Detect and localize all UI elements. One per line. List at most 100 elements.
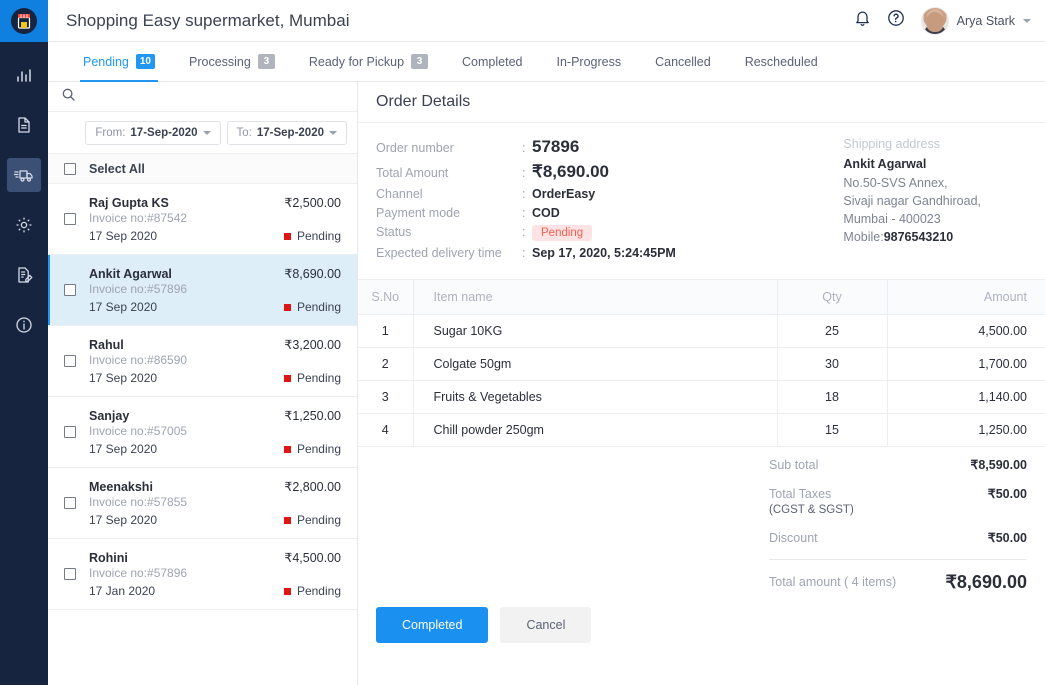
order-checkbox[interactable]: [64, 355, 76, 367]
status-badge: Pending: [284, 229, 341, 243]
table-row: 3 Fruits & Vegetables 18 1,140.00: [358, 381, 1045, 414]
cell-amount: 1,250.00: [887, 414, 1045, 447]
total-discount: Discount ₹50.00: [769, 530, 1027, 547]
tab-count-badge: 3: [258, 54, 275, 69]
mobile-label: Mobile:: [843, 230, 883, 244]
date-to-label: To:: [237, 127, 252, 139]
table-row: 2 Colgate 50gm 30 1,700.00: [358, 348, 1045, 381]
tab-ready-for-pickup[interactable]: Ready for Pickup 3: [292, 42, 445, 81]
edit-document-icon: [15, 266, 33, 284]
order-amount: ₹3,200.00: [284, 337, 341, 352]
sidebar-item-delivery[interactable]: [7, 158, 41, 192]
order-checkbox[interactable]: [64, 284, 76, 296]
list-item[interactable]: Rahul ₹3,200.00 Invoice no:#86590 17 Sep…: [48, 326, 357, 397]
sidebar-item-analytics[interactable]: [7, 58, 41, 92]
list-item[interactable]: Sanjay ₹1,250.00 Invoice no:#57005 17 Se…: [48, 397, 357, 468]
chevron-down-icon: [1023, 19, 1031, 23]
status-text: Pending: [297, 300, 341, 314]
date-from-label: From:: [95, 127, 125, 139]
order-action-bar: Completed Cancel: [358, 593, 1045, 659]
status-dot-icon: [284, 446, 291, 453]
totals-divider: [769, 559, 1027, 560]
cell-item-name: Chill powder 250gm: [413, 414, 777, 447]
date-from-picker[interactable]: From: 17-Sep-2020: [85, 121, 220, 145]
info-circle-icon: [15, 316, 33, 334]
order-summary: Sanjay ₹1,250.00 Invoice no:#57005 17 Se…: [89, 408, 341, 456]
user-menu[interactable]: Arya Stark: [921, 7, 1031, 35]
field-label: Payment mode: [376, 206, 522, 220]
invoice-number: Invoice no:#57855: [89, 495, 341, 509]
notifications-button[interactable]: [854, 9, 871, 32]
tab-count-badge: 10: [136, 54, 155, 69]
tab-completed[interactable]: Completed: [445, 42, 539, 81]
tab-label: Rescheduled: [745, 55, 818, 69]
order-date: 17 Sep 2020: [89, 300, 157, 314]
search-input[interactable]: [85, 90, 343, 104]
cancel-button[interactable]: Cancel: [500, 607, 591, 643]
orders-scroll-area[interactable]: Raj Gupta KS ₹2,500.00 Invoice no:#87542…: [48, 184, 357, 685]
cell-amount: 4,500.00: [887, 315, 1045, 348]
total-value: ₹50.00: [988, 530, 1027, 545]
order-status-tabs: Pending 10 Processing 3 Ready for Pickup…: [48, 42, 1045, 82]
sidebar-item-edit-orders[interactable]: [7, 258, 41, 292]
total-label: Discount: [769, 530, 818, 547]
tab-in-progress[interactable]: In-Progress: [539, 42, 638, 81]
completed-button[interactable]: Completed: [376, 607, 488, 643]
tab-processing[interactable]: Processing 3: [172, 42, 292, 81]
order-summary: Ankit Agarwal ₹8,690.00 Invoice no:#5789…: [89, 266, 341, 314]
chevron-down-icon: [203, 131, 211, 135]
field-value: OrderEasy: [532, 187, 595, 201]
field-value: COD: [532, 206, 560, 220]
column-header-item-name: Item name: [413, 280, 777, 315]
table-row: 1 Sugar 10KG 25 4,500.00: [358, 315, 1045, 348]
left-icon-rail: [0, 0, 48, 685]
order-checkbox[interactable]: [64, 426, 76, 438]
tab-cancelled[interactable]: Cancelled: [638, 42, 728, 81]
list-item[interactable]: Rohini ₹4,500.00 Invoice no:#57896 17 Ja…: [48, 539, 357, 610]
total-subtotal: Sub total ₹8,590.00: [769, 457, 1027, 474]
status-dot-icon: [284, 588, 291, 595]
order-amount: ₹2,500.00: [284, 195, 341, 210]
customer-name: Meenakshi: [89, 480, 153, 494]
total-taxes: Total Taxes (CGST & SGST) ₹50.00: [769, 486, 1027, 518]
select-all-checkbox[interactable]: [64, 163, 76, 175]
cell-sno: 4: [358, 414, 413, 447]
column-header-qty: Qty: [777, 280, 887, 315]
sidebar-item-info[interactable]: [7, 308, 41, 342]
list-item[interactable]: Meenakshi ₹2,800.00 Invoice no:#57855 17…: [48, 468, 357, 539]
tab-label: Cancelled: [655, 55, 711, 69]
field-value: 57896: [532, 137, 579, 157]
tab-pending[interactable]: Pending 10: [66, 42, 172, 81]
cell-item-name: Sugar 10KG: [413, 315, 777, 348]
cell-amount: 1,700.00: [887, 348, 1045, 381]
order-summary-block: Order number : 57896 Total Amount : ₹8,6…: [358, 123, 1045, 273]
list-item[interactable]: Ankit Agarwal ₹8,690.00 Invoice no:#5789…: [48, 255, 357, 326]
cell-item-name: Fruits & Vegetables: [413, 381, 777, 414]
status-dot-icon: [284, 517, 291, 524]
order-summary: Rohini ₹4,500.00 Invoice no:#57896 17 Ja…: [89, 550, 341, 598]
tab-rescheduled[interactable]: Rescheduled: [728, 42, 835, 81]
order-details-header: Order Details: [358, 82, 1045, 123]
order-date: 17 Jan 2020: [89, 584, 155, 598]
field-status: Status : Pending: [376, 225, 796, 241]
select-all-row[interactable]: Select All: [48, 154, 357, 184]
order-details-title: Order Details: [376, 93, 470, 111]
order-checkbox[interactable]: [64, 497, 76, 509]
date-to-picker[interactable]: To: 17-Sep-2020: [227, 121, 347, 145]
status-dot-icon: [284, 233, 291, 240]
order-details-panel: Order Details Order number : 57896 Total…: [358, 82, 1045, 685]
list-item[interactable]: Raj Gupta KS ₹2,500.00 Invoice no:#87542…: [48, 184, 357, 255]
cell-qty: 15: [777, 414, 887, 447]
sidebar-item-settings[interactable]: [7, 208, 41, 242]
order-checkbox[interactable]: [64, 568, 76, 580]
field-channel: Channel : OrderEasy: [376, 187, 796, 201]
field-total-amount: Total Amount : ₹8,690.00: [376, 162, 796, 182]
bar-chart-icon: [15, 66, 33, 84]
order-checkbox[interactable]: [64, 213, 76, 225]
date-to-value: 17-Sep-2020: [257, 127, 324, 139]
sidebar-item-documents[interactable]: [7, 108, 41, 142]
help-button[interactable]: [887, 9, 905, 32]
table-body: 1 Sugar 10KG 25 4,500.00 2 Colgate 50gm …: [358, 315, 1045, 447]
app-logo[interactable]: [0, 0, 48, 42]
invoice-number: Invoice no:#86590: [89, 353, 341, 367]
